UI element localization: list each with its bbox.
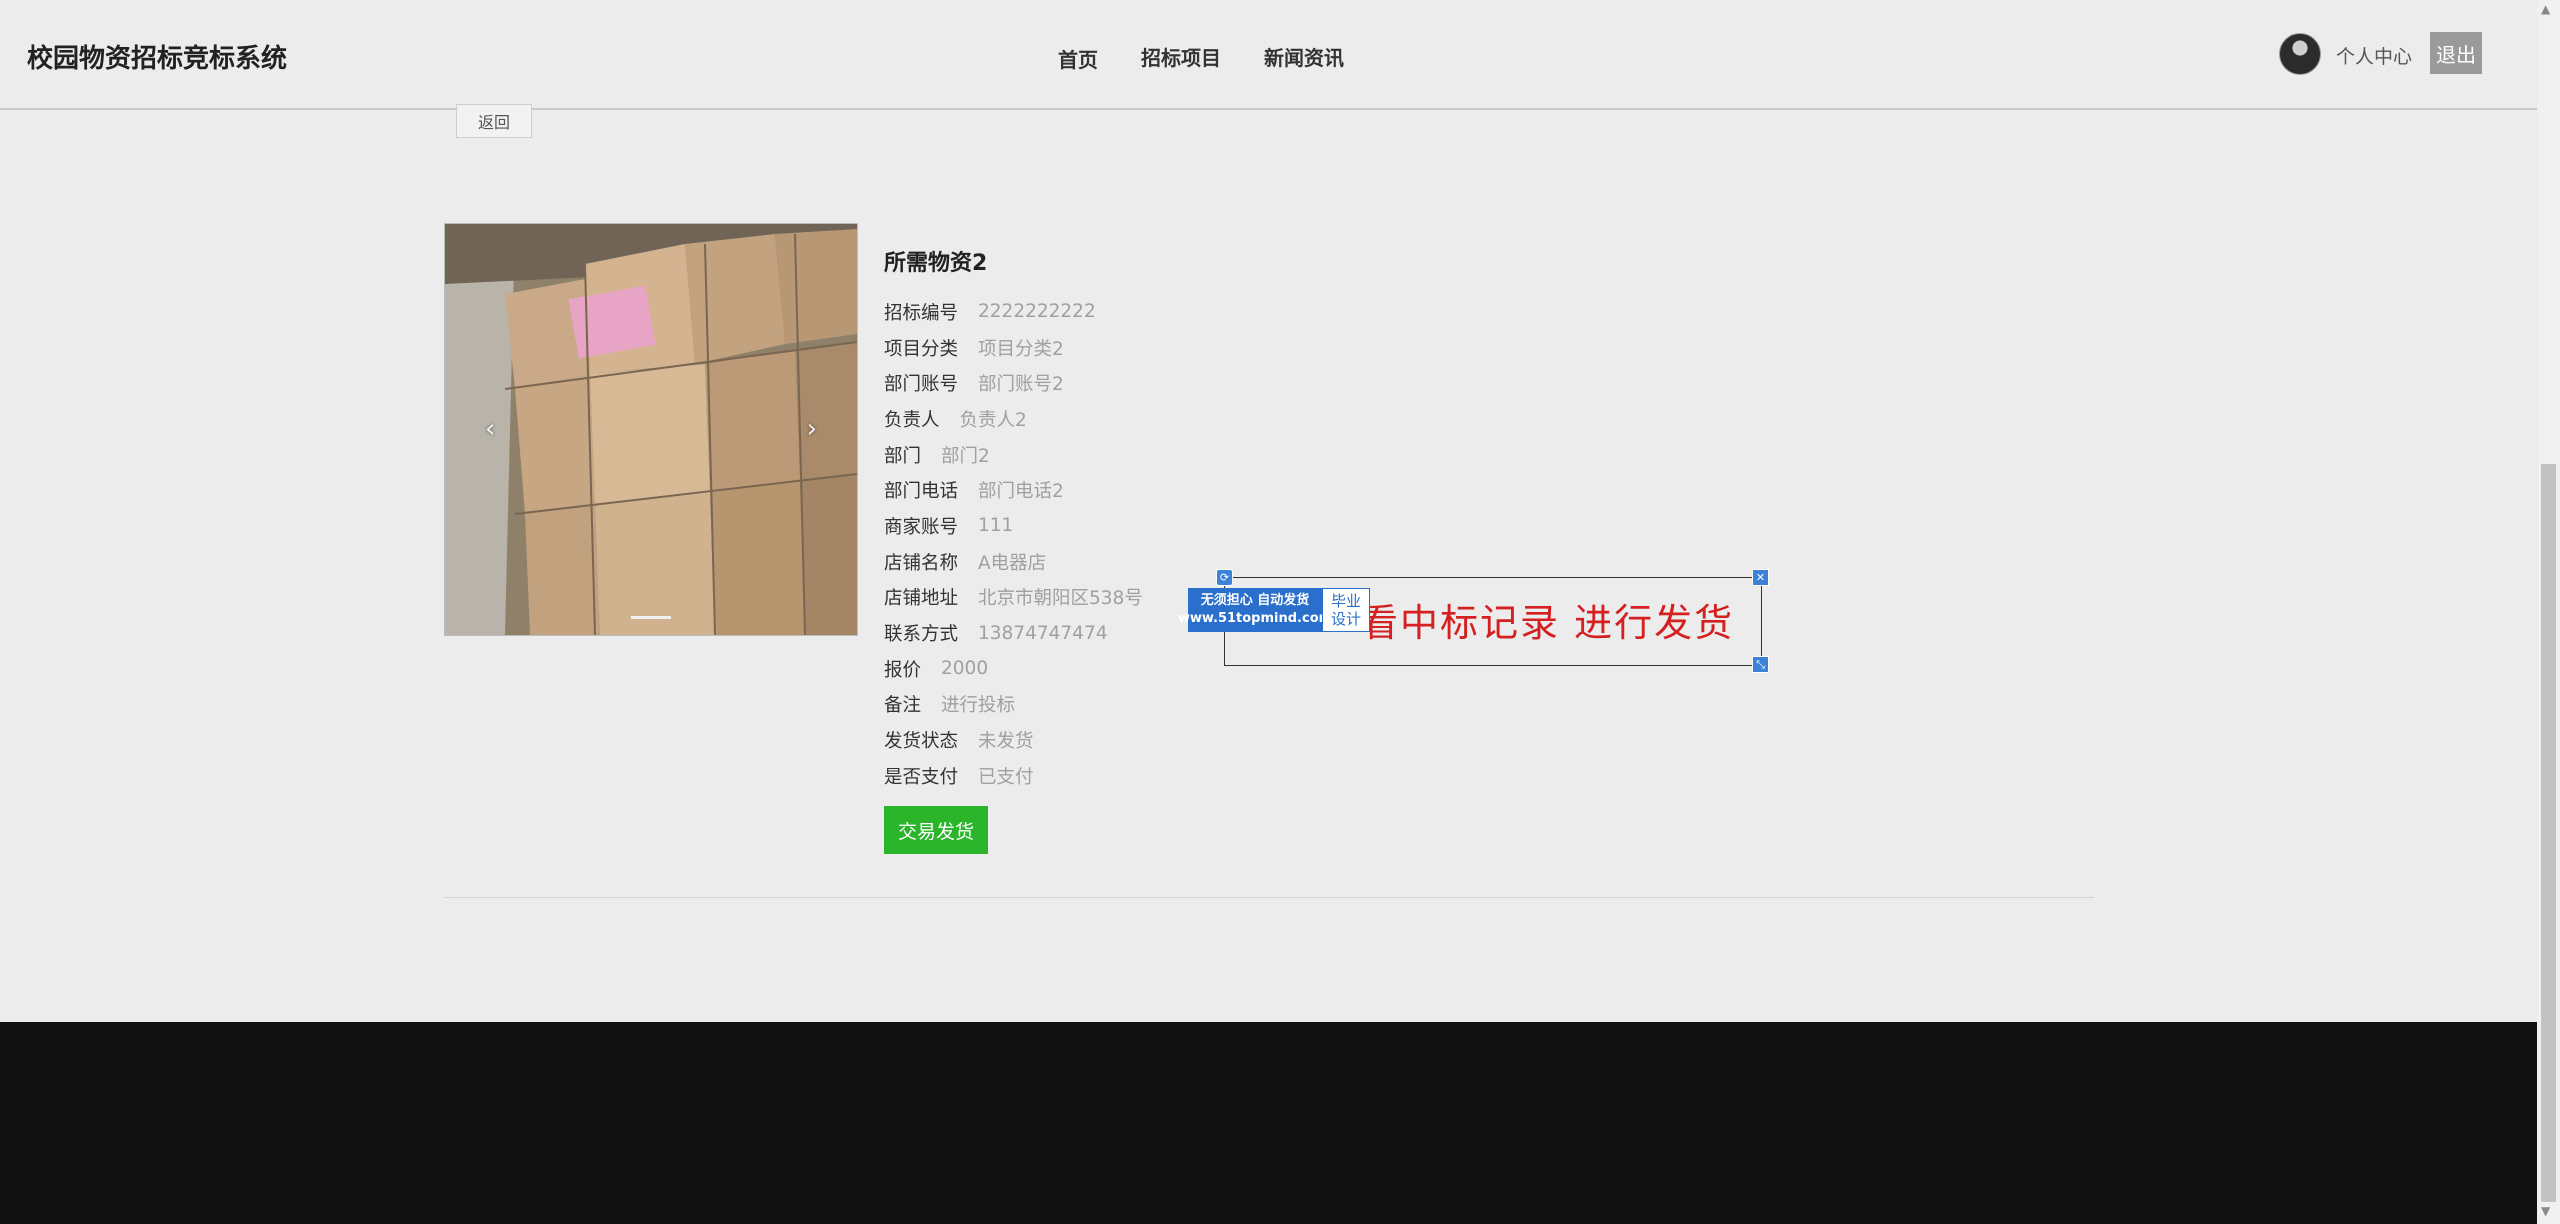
detail-label: 店铺地址 xyxy=(884,588,959,610)
overlay-text: 看中标记录 进行发货 xyxy=(1360,601,1735,645)
detail-label: 部门账号 xyxy=(884,374,959,396)
detail-row: 店铺名称 A电器店 xyxy=(884,544,1143,580)
rotate-icon[interactable]: ⟳ xyxy=(1216,569,1233,586)
detail-value: 部门账号2 xyxy=(978,374,1064,396)
detail-label: 部门 xyxy=(884,445,922,467)
back-button[interactable]: 返回 xyxy=(456,104,532,138)
watermark-line1: 无须担心 自动发货 xyxy=(1200,593,1310,608)
detail-row: 联系方式 13874747474 xyxy=(884,615,1143,651)
detail-row: 备注 进行投标 xyxy=(884,687,1143,723)
scroll-down-icon[interactable]: ▼ xyxy=(2541,1204,2550,1218)
close-icon[interactable]: ✕ xyxy=(1752,569,1769,586)
watermark-main: 无须担心 自动发货 www.51topmind.com xyxy=(1178,588,1332,632)
detail-value: A电器店 xyxy=(978,552,1047,574)
detail-row: 是否支付 已支付 xyxy=(884,758,1143,794)
detail-value: 111 xyxy=(978,515,1014,537)
watermark-tag: 毕业 设计 xyxy=(1322,588,1370,632)
detail-value: 负责人2 xyxy=(959,409,1027,431)
detail-row: 店铺地址 北京市朝阳区538号 xyxy=(884,580,1143,616)
detail-value: 已支付 xyxy=(978,766,1034,788)
nav-news[interactable]: 新闻资讯 xyxy=(1264,42,1344,73)
detail-label: 项目分类 xyxy=(884,338,959,360)
detail-row: 发货状态 未发货 xyxy=(884,722,1143,758)
product-image-carousel[interactable]: ‹ › xyxy=(444,223,858,636)
detail-label: 招标编号 xyxy=(884,302,959,324)
detail-value: 未发货 xyxy=(978,731,1034,753)
carousel-next-icon[interactable]: › xyxy=(807,414,817,444)
detail-row: 负责人 负责人2 xyxy=(884,401,1143,437)
profile-link[interactable]: 个人中心 xyxy=(2336,42,2412,69)
detail-label: 部门电话 xyxy=(884,481,959,503)
item-details: 招标编号 2222222222 项目分类 项目分类2 部门账号 部门账号2 负责人 负责… xyxy=(884,294,1143,794)
detail-row: 报价 2000 xyxy=(884,651,1143,687)
detail-label: 备注 xyxy=(884,695,922,717)
carousel-indicator[interactable] xyxy=(631,616,671,619)
scrollbar-thumb[interactable] xyxy=(2541,464,2556,1202)
watermark-badge: 无须担心 自动发货 www.51topmind.com 毕业 设计 xyxy=(1178,588,1370,632)
boxes-photo xyxy=(445,224,857,635)
watermark-tag2: 设计 xyxy=(1330,610,1361,628)
carousel-prev-icon[interactable]: ‹ xyxy=(485,414,495,444)
detail-row: 部门账号 部门账号2 xyxy=(884,365,1143,401)
detail-value: 进行投标 xyxy=(941,695,1016,717)
user-avatar[interactable] xyxy=(2279,33,2321,75)
detail-value: 13874747474 xyxy=(978,622,1108,644)
detail-row: 部门电话 部门电话2 xyxy=(884,472,1143,508)
nav-home[interactable]: 首页 xyxy=(1058,44,1098,73)
nav-tender-projects[interactable]: 招标项目 xyxy=(1141,42,1221,73)
detail-label: 发货状态 xyxy=(884,731,959,753)
page: 校园物资招标竞标系统 首页 招标项目 新闻资讯 个人中心 退出 返回 ‹ › 所… xyxy=(0,0,2560,1224)
detail-row: 项目分类 项目分类2 xyxy=(884,330,1143,366)
detail-value: 部门电话2 xyxy=(978,481,1064,503)
logout-button[interactable]: 退出 xyxy=(2430,32,2482,74)
watermark-tag1: 毕业 xyxy=(1330,592,1361,610)
detail-value: 项目分类2 xyxy=(978,338,1064,360)
header: 校园物资招标竞标系统 首页 招标项目 新闻资讯 个人中心 退出 xyxy=(0,0,2537,110)
ship-order-button[interactable]: 交易发货 xyxy=(884,806,988,854)
site-brand[interactable]: 校园物资招标竞标系统 xyxy=(27,38,287,75)
detail-value: 北京市朝阳区538号 xyxy=(978,588,1143,610)
detail-label: 是否支付 xyxy=(884,766,959,788)
detail-value: 2000 xyxy=(941,658,989,680)
detail-label: 店铺名称 xyxy=(884,552,959,574)
detail-label: 联系方式 xyxy=(884,624,959,646)
detail-row: 部门 部门2 xyxy=(884,437,1143,473)
detail-value: 部门2 xyxy=(941,445,990,467)
item-title: 所需物资2 xyxy=(884,251,988,276)
detail-row: 招标编号 2222222222 xyxy=(884,294,1143,330)
footer xyxy=(0,1022,2537,1224)
content-divider xyxy=(444,897,2094,898)
resize-icon[interactable]: ⤡ xyxy=(1752,656,1769,673)
detail-label: 负责人 xyxy=(884,409,940,431)
detail-row: 商家账号 111 xyxy=(884,508,1143,544)
watermark-line2: www.51topmind.com xyxy=(1177,611,1333,626)
detail-label: 报价 xyxy=(884,659,922,681)
main-nav: 首页 招标项目 新闻资讯 xyxy=(1058,42,1344,73)
detail-label: 商家账号 xyxy=(884,516,959,538)
scroll-up-icon[interactable]: ▲ xyxy=(2541,2,2550,16)
detail-value: 2222222222 xyxy=(978,301,1096,323)
